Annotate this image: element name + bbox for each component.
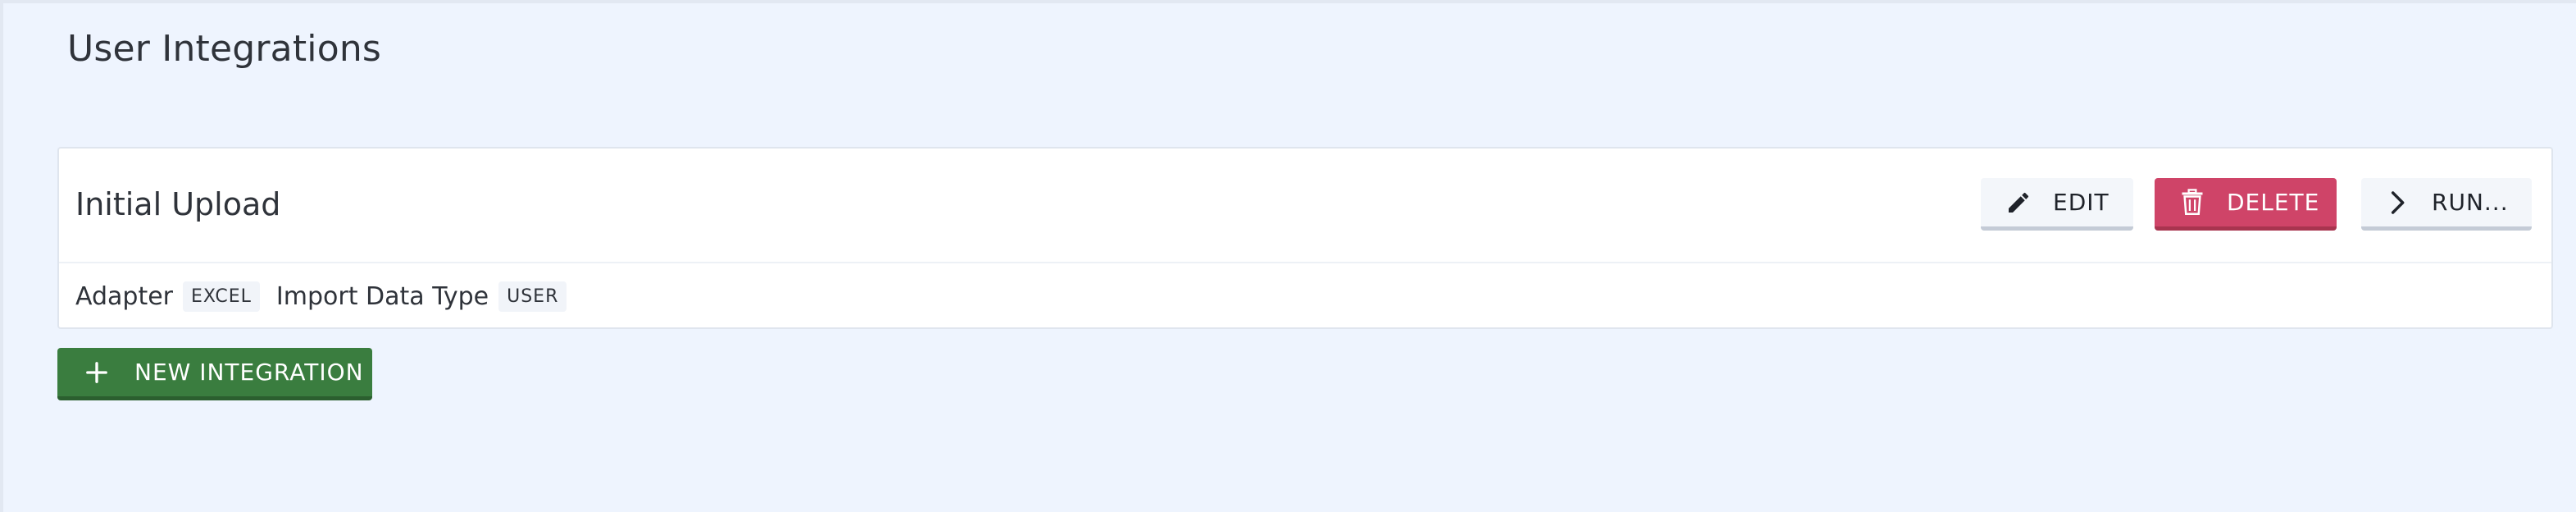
adapter-label: Adapter xyxy=(75,281,174,311)
integration-name: Initial Upload xyxy=(75,186,281,222)
adapter-badge: EXCEL xyxy=(183,281,260,312)
delete-button[interactable]: DELETE xyxy=(2155,178,2337,231)
pencil-icon xyxy=(2002,186,2035,219)
integration-card-header: Initial Upload EDIT DELETE RUN... xyxy=(59,149,2551,263)
delete-button-label: DELETE xyxy=(2227,189,2320,216)
edit-button[interactable]: EDIT xyxy=(1981,178,2133,231)
import-data-type-badge: USER xyxy=(498,281,567,312)
plus-icon xyxy=(80,356,113,389)
integration-details: Adapter EXCEL Import Data Type USER xyxy=(75,278,583,314)
run-button[interactable]: RUN... xyxy=(2361,178,2532,231)
run-button-label: RUN... xyxy=(2432,189,2509,216)
new-integration-button[interactable]: NEW INTEGRATION xyxy=(57,348,372,400)
integration-card: Initial Upload EDIT DELETE RUN... Adapte… xyxy=(57,147,2553,329)
edit-button-label: EDIT xyxy=(2053,189,2109,216)
chevron-right-icon xyxy=(2381,186,2414,219)
new-integration-button-label: NEW INTEGRATION xyxy=(134,359,364,386)
trash-icon xyxy=(2176,186,2209,219)
import-data-type-label: Import Data Type xyxy=(275,281,489,311)
page-title: User Integrations xyxy=(67,28,382,70)
